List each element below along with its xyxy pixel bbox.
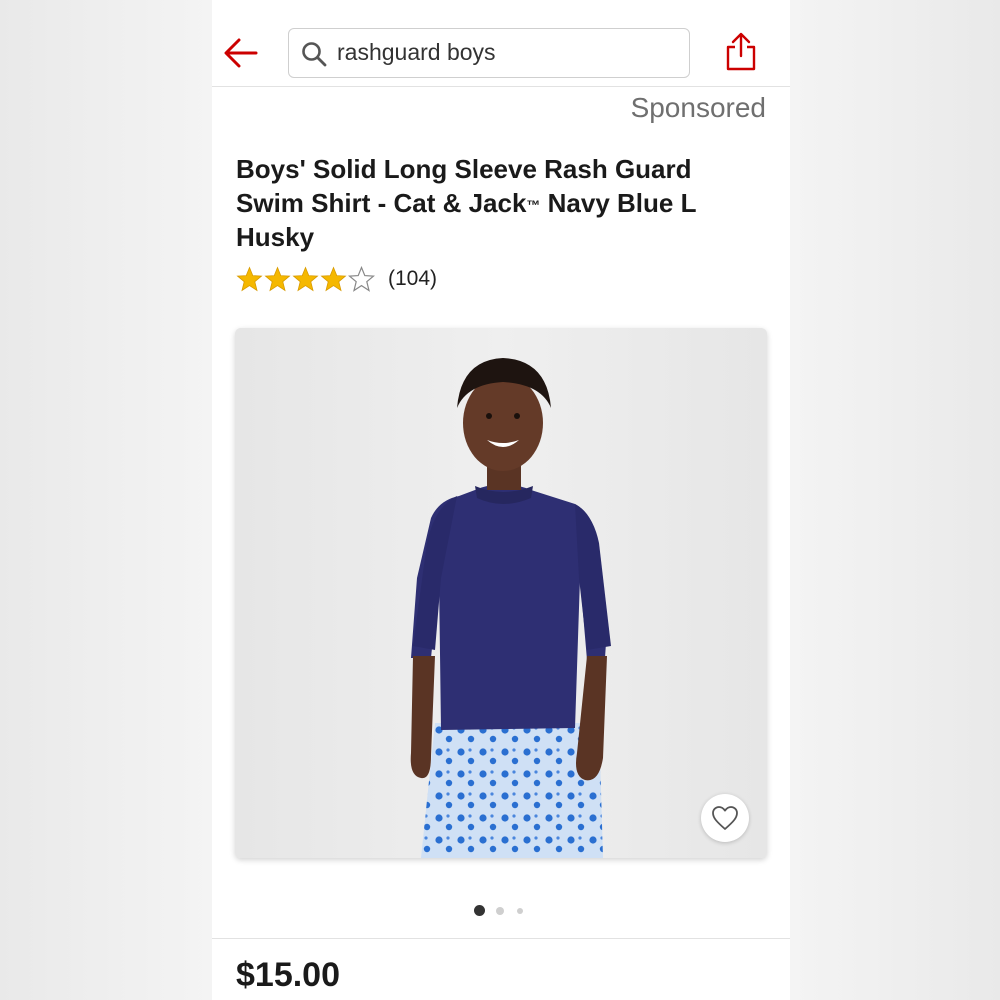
carousel-dot[interactable] xyxy=(474,905,485,916)
price: $15.00 xyxy=(236,956,340,994)
sponsored-label: Sponsored xyxy=(630,92,766,123)
search-icon xyxy=(302,42,327,67)
star-filled-icon xyxy=(236,265,263,291)
product-page: Sponsored Boys' Solid Long Sleeve Rash G… xyxy=(212,0,790,1000)
heart-outline-icon xyxy=(712,806,738,830)
review-count: (104) xyxy=(388,267,438,290)
star-filled-icon xyxy=(320,265,347,291)
divider xyxy=(212,938,790,939)
star-empty-icon xyxy=(348,265,375,292)
background-left xyxy=(0,0,212,1000)
share-icon xyxy=(726,32,756,71)
star-rating xyxy=(236,265,376,293)
search-bar[interactable] xyxy=(288,28,690,78)
favorite-button[interactable] xyxy=(701,794,749,842)
background-right xyxy=(790,0,1000,1000)
carousel-indicator xyxy=(474,905,523,916)
product-title[interactable]: Boys' Solid Long Sleeve Rash Guard Swim … xyxy=(236,152,756,254)
search-input[interactable] xyxy=(337,29,677,76)
share-button[interactable] xyxy=(724,32,758,72)
product-photo xyxy=(235,328,767,858)
back-button[interactable] xyxy=(222,34,260,72)
rating[interactable]: (104) xyxy=(236,264,437,294)
product-image-carousel[interactable] xyxy=(235,328,767,858)
arrow-left-icon xyxy=(224,38,258,68)
star-filled-icon xyxy=(264,265,291,291)
trademark-symbol: ™ xyxy=(526,197,541,213)
carousel-dot[interactable] xyxy=(517,907,523,914)
top-bar xyxy=(212,0,790,87)
carousel-dot[interactable] xyxy=(496,906,504,915)
star-filled-icon xyxy=(292,265,319,291)
